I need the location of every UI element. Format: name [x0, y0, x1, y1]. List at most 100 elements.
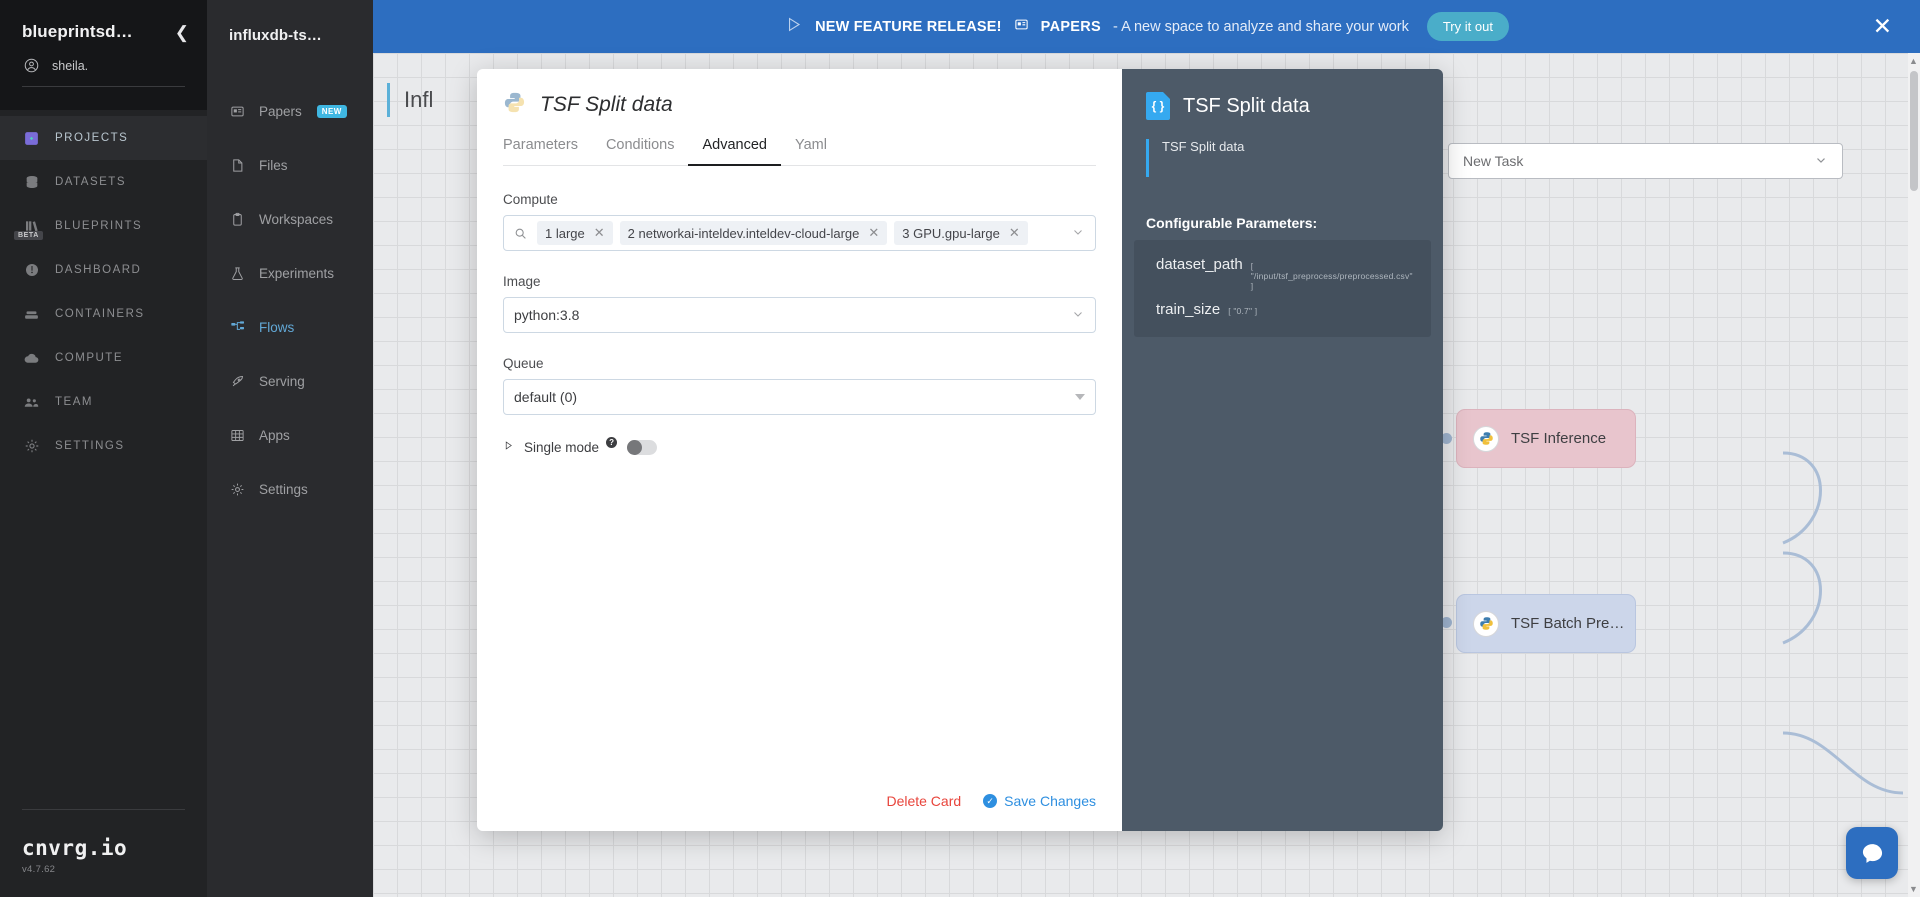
modal-header: TSF Split data Parameters Conditions Adv… — [477, 69, 1122, 166]
sidebar-item-datasets[interactable]: DATASETS — [0, 160, 207, 204]
triangle-right-icon[interactable] — [503, 438, 514, 456]
scroll-up-icon[interactable]: ▲ — [1909, 56, 1918, 66]
grid-icon — [229, 427, 246, 444]
image-select[interactable]: python:3.8 — [503, 297, 1096, 333]
sidebar-item-compute[interactable]: COMPUTE — [0, 336, 207, 380]
banner-headline: NEW FEATURE RELEASE! — [815, 18, 1002, 35]
try-it-out-button[interactable]: Try it out — [1426, 12, 1509, 41]
image-field: Image python:3.8 — [503, 274, 1096, 333]
user-row[interactable]: sheila. — [0, 42, 207, 75]
parameter-row: dataset_path [ "/input/tsf_preprocess/pr… — [1134, 251, 1431, 296]
close-icon[interactable]: ✕ — [1009, 225, 1020, 241]
image-label: Image — [503, 274, 541, 289]
compute-multiselect[interactable]: 1 large ✕ 2 networkai-inteldev.inteldev-… — [503, 215, 1096, 251]
parameter-value: [ "/input/tsf_preprocess/preprocessed.cs… — [1250, 261, 1413, 291]
info-panel-title: TSF Split data — [1183, 94, 1310, 117]
primary-sidebar: blueprintsd… ❮ sheila. PROJECTS DATASETS… — [0, 0, 207, 897]
sidebar-item-settings[interactable]: Settings — [207, 462, 373, 516]
card-info-panel: { } TSF Split data TSF Split data Config… — [1122, 69, 1443, 831]
sidebar-item-containers[interactable]: CONTAINERS — [0, 292, 207, 336]
scroll-down-icon[interactable]: ▼ — [1909, 884, 1918, 894]
question-mark-icon[interactable]: ? — [606, 436, 618, 448]
parameter-name: train_size — [1156, 301, 1221, 318]
flows-icon — [229, 319, 246, 336]
compute-chip[interactable]: 1 large ✕ — [537, 221, 613, 245]
sidebar-item-papers[interactable]: Papers NEW — [207, 84, 373, 138]
cloud-icon — [22, 349, 41, 368]
chat-support-button[interactable] — [1846, 827, 1898, 879]
sidebar-label: DASHBOARD — [55, 264, 142, 276]
tab-parameters[interactable]: Parameters — [503, 137, 592, 166]
tab-yaml[interactable]: Yaml — [781, 137, 841, 166]
sidebar-item-experiments[interactable]: Experiments — [207, 246, 373, 300]
close-icon[interactable]: ✕ — [594, 225, 605, 241]
flow-node[interactable]: TSF Inference — [1456, 409, 1636, 468]
tab-conditions[interactable]: Conditions — [592, 137, 689, 166]
chevron-down-icon[interactable] — [1071, 225, 1085, 242]
sidebar-label: Workspaces — [259, 211, 334, 227]
beta-badge: BETA — [14, 231, 43, 240]
modal-title: TSF Split data — [540, 93, 673, 116]
sidebar-label: SETTINGS — [55, 440, 125, 452]
clipboard-icon — [229, 211, 246, 228]
chevron-left-icon[interactable]: ❮ — [175, 24, 189, 41]
modal-main-panel: TSF Split data Parameters Conditions Adv… — [477, 69, 1122, 831]
search-icon — [514, 227, 527, 240]
sidebar-item-apps[interactable]: Apps — [207, 408, 373, 462]
sidebar-item-team[interactable]: TEAM — [0, 380, 207, 424]
tab-advanced[interactable]: Advanced — [688, 137, 781, 166]
sidebar-item-flows[interactable]: Flows — [207, 300, 373, 354]
projects-icon — [22, 129, 41, 148]
close-icon[interactable]: ✕ — [1873, 15, 1892, 38]
configurable-parameters-heading: Configurable Parameters: — [1146, 215, 1318, 231]
vertical-scrollbar[interactable]: ▲ ▼ — [1908, 53, 1920, 897]
rocket-icon — [229, 373, 246, 390]
project-sidebar: influxdb-ts… Papers NEW Files Workspaces… — [207, 0, 373, 897]
database-icon — [22, 173, 41, 192]
sidebar-divider — [22, 86, 185, 87]
modal-body: Compute 1 large ✕ 2 networkai-inteldev.i… — [477, 166, 1122, 793]
chip-label: 3 GPU.gpu-large — [902, 225, 1000, 241]
file-icon — [229, 157, 246, 174]
sidebar-label: COMPUTE — [55, 352, 123, 364]
parameter-row: train_size [ "0.7" ] — [1134, 296, 1431, 323]
new-task-dropdown[interactable]: New Task — [1448, 143, 1843, 179]
sidebar-label: Apps — [259, 427, 290, 443]
sidebar-label: DATASETS — [55, 176, 126, 188]
parameter-value: [ "0.7" ] — [1228, 306, 1258, 316]
sidebar-item-projects[interactable]: PROJECTS — [0, 116, 207, 160]
new-badge: NEW — [316, 104, 347, 118]
close-icon[interactable]: ✕ — [868, 225, 879, 241]
flask-icon — [229, 265, 246, 282]
sidebar-item-dashboard[interactable]: DASHBOARD — [0, 248, 207, 292]
python-icon — [1473, 425, 1499, 452]
json-file-icon: { } — [1146, 92, 1170, 120]
compute-chip[interactable]: 2 networkai-inteldev.inteldev-cloud-larg… — [619, 221, 888, 245]
project-nav: Papers NEW Files Workspaces Experiments … — [207, 44, 373, 516]
modal-tabs: Parameters Conditions Advanced Yaml — [503, 136, 1096, 166]
node-label: TSF Inference — [1511, 430, 1607, 447]
sidebar-item-serving[interactable]: Serving — [207, 354, 373, 408]
sidebar-footer: cnvrg.io v4.7.62 — [0, 809, 207, 897]
sidebar-label: Flows — [259, 319, 295, 335]
scrollbar-thumb[interactable] — [1910, 71, 1918, 191]
announcement-banner: NEW FEATURE RELEASE! PAPERS - A new spac… — [373, 0, 1920, 53]
delete-card-button[interactable]: Delete Card — [886, 793, 961, 809]
sidebar-label: CONTAINERS — [55, 308, 145, 320]
single-mode-toggle[interactable] — [627, 439, 658, 455]
check-circle-icon: ✓ — [983, 794, 998, 808]
chevron-down-icon — [1814, 153, 1828, 170]
queue-select[interactable]: default (0) — [503, 379, 1096, 415]
python-icon — [503, 91, 526, 119]
compute-chip[interactable]: 3 GPU.gpu-large ✕ — [894, 221, 1028, 245]
sidebar-item-workspaces[interactable]: Workspaces — [207, 192, 373, 246]
containers-icon — [22, 305, 41, 324]
new-task-label: New Task — [1463, 153, 1524, 169]
python-icon — [1473, 610, 1499, 637]
sidebar-item-settings[interactable]: SETTINGS — [0, 424, 207, 468]
flow-node[interactable]: TSF Batch Pre… — [1456, 594, 1636, 653]
image-value: python:3.8 — [514, 307, 580, 323]
save-changes-button[interactable]: ✓ Save Changes — [983, 793, 1096, 809]
sidebar-item-files[interactable]: Files — [207, 138, 373, 192]
sidebar-item-blueprints[interactable]: BETA BLUEPRINTS — [0, 204, 207, 248]
